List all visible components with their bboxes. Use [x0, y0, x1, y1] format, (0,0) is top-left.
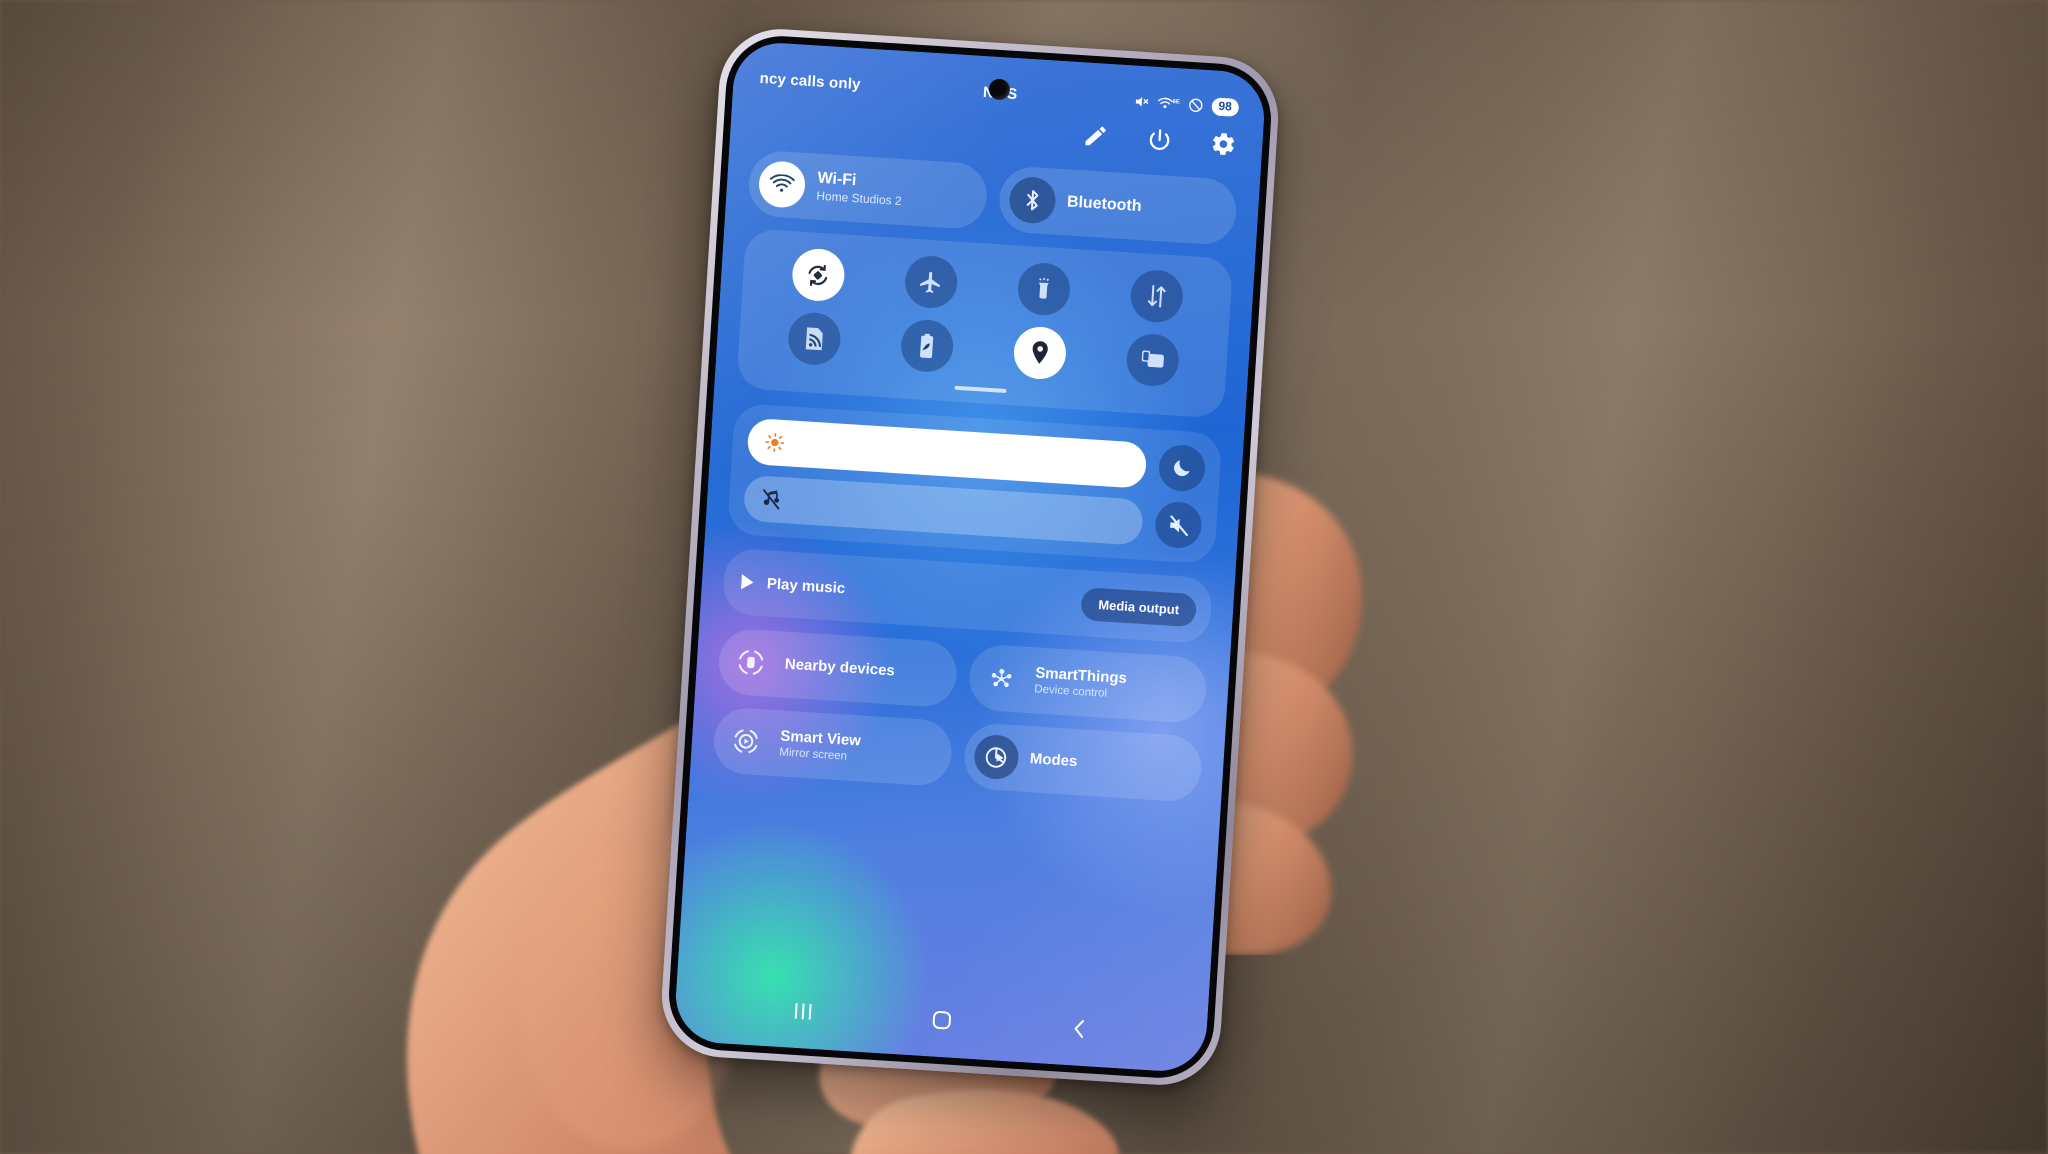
play-music-label: Play music — [766, 574, 846, 597]
home-icon[interactable] — [929, 1007, 954, 1032]
smart-view-icon — [723, 718, 770, 765]
media-output-button[interactable]: Media output — [1080, 586, 1198, 627]
play-icon — [738, 573, 756, 592]
wifi-icon — [757, 160, 807, 209]
bluetooth-tile[interactable]: Bluetooth — [997, 165, 1239, 246]
mute-button[interactable] — [1154, 500, 1203, 550]
quick-settings-header-actions — [1082, 122, 1237, 158]
phone-screen: ncy calls only No S 6E — [673, 40, 1267, 1074]
toggle-grid — [756, 245, 1214, 389]
panel-expand-handle[interactable] — [954, 385, 1007, 393]
bluetooth-tile-text: Bluetooth — [1066, 193, 1142, 216]
wifi-6e-icon: 6E — [1157, 95, 1180, 112]
bluetooth-tile-title: Bluetooth — [1066, 193, 1143, 216]
toggle-grid-card — [736, 228, 1234, 419]
bluetooth-icon — [1007, 175, 1057, 225]
dark-mode-button[interactable] — [1157, 443, 1207, 493]
nearby-devices-icon — [728, 639, 775, 686]
smart-view-title: Smart View — [779, 727, 862, 750]
power-icon[interactable] — [1146, 126, 1174, 154]
play-music-button[interactable]: Play music — [738, 573, 846, 598]
smart-view-text: Smart View Mirror screen — [779, 727, 861, 764]
modes-title: Modes — [1029, 750, 1078, 771]
battery-leaf-icon[interactable] — [899, 318, 955, 374]
smartthings-text: SmartThings Device control — [1034, 664, 1127, 702]
tile-row-1: Nearby devices SmartThings Device contro… — [716, 627, 1209, 725]
multi-window-icon[interactable] — [1124, 332, 1180, 388]
nfc-icon[interactable] — [786, 311, 842, 367]
modes-tile[interactable]: Modes — [961, 722, 1204, 803]
mute-icon — [1133, 93, 1150, 110]
battery-percent: 98 — [1210, 97, 1240, 117]
volume-slider[interactable] — [742, 474, 1144, 546]
connectivity-row: Wi-Fi Home Studios 2 Bluetooth — [747, 149, 1239, 246]
dnd-icon — [1187, 97, 1204, 114]
wifi-tile-subtitle: Home Studios 2 — [815, 188, 903, 209]
status-carrier-text: ncy calls only — [759, 69, 862, 93]
nearby-devices-tile[interactable]: Nearby devices — [716, 627, 959, 709]
smartphone: ncy calls only No S 6E — [658, 25, 1282, 1089]
flashlight-icon[interactable] — [1015, 261, 1072, 317]
sliders-card — [726, 402, 1223, 565]
wifi-tile[interactable]: Wi-Fi Home Studios 2 — [747, 149, 989, 231]
settings-icon[interactable] — [1210, 130, 1238, 158]
tile-row-2: Smart View Mirror screen Modes — [711, 706, 1204, 803]
svg-text:6E: 6E — [1172, 99, 1180, 105]
brightness-sun-icon — [764, 432, 785, 453]
smartthings-icon — [978, 655, 1025, 702]
speaker-muted-icon — [1166, 513, 1190, 537]
smartthings-tile[interactable]: SmartThings Device control — [966, 643, 1209, 725]
quick-settings-panel: Wi-Fi Home Studios 2 Bluetooth Play musi… — [711, 149, 1239, 815]
location-pin-icon[interactable] — [1011, 325, 1068, 381]
data-transfer-icon[interactable] — [1128, 268, 1184, 324]
smart-view-subtitle: Mirror screen — [778, 746, 848, 763]
smart-view-tile[interactable]: Smart View Mirror screen — [711, 706, 954, 788]
modes-icon — [972, 733, 1020, 781]
media-card: Play music Media output — [721, 547, 1214, 645]
airplane-icon[interactable] — [903, 254, 959, 310]
recents-icon[interactable] — [790, 1001, 815, 1022]
modes-text: Modes — [1029, 751, 1077, 771]
music-note-muted-icon — [761, 488, 782, 511]
status-icons: 6E 98 — [1133, 93, 1240, 117]
auto-rotate-icon[interactable] — [790, 247, 846, 303]
nearby-devices-title: Nearby devices — [784, 656, 896, 680]
edit-icon[interactable] — [1082, 122, 1110, 150]
wifi-tile-text: Wi-Fi Home Studios 2 — [816, 170, 903, 209]
back-icon[interactable] — [1068, 1016, 1091, 1041]
moon-icon — [1170, 456, 1193, 479]
nearby-devices-text: Nearby devices — [784, 656, 895, 680]
